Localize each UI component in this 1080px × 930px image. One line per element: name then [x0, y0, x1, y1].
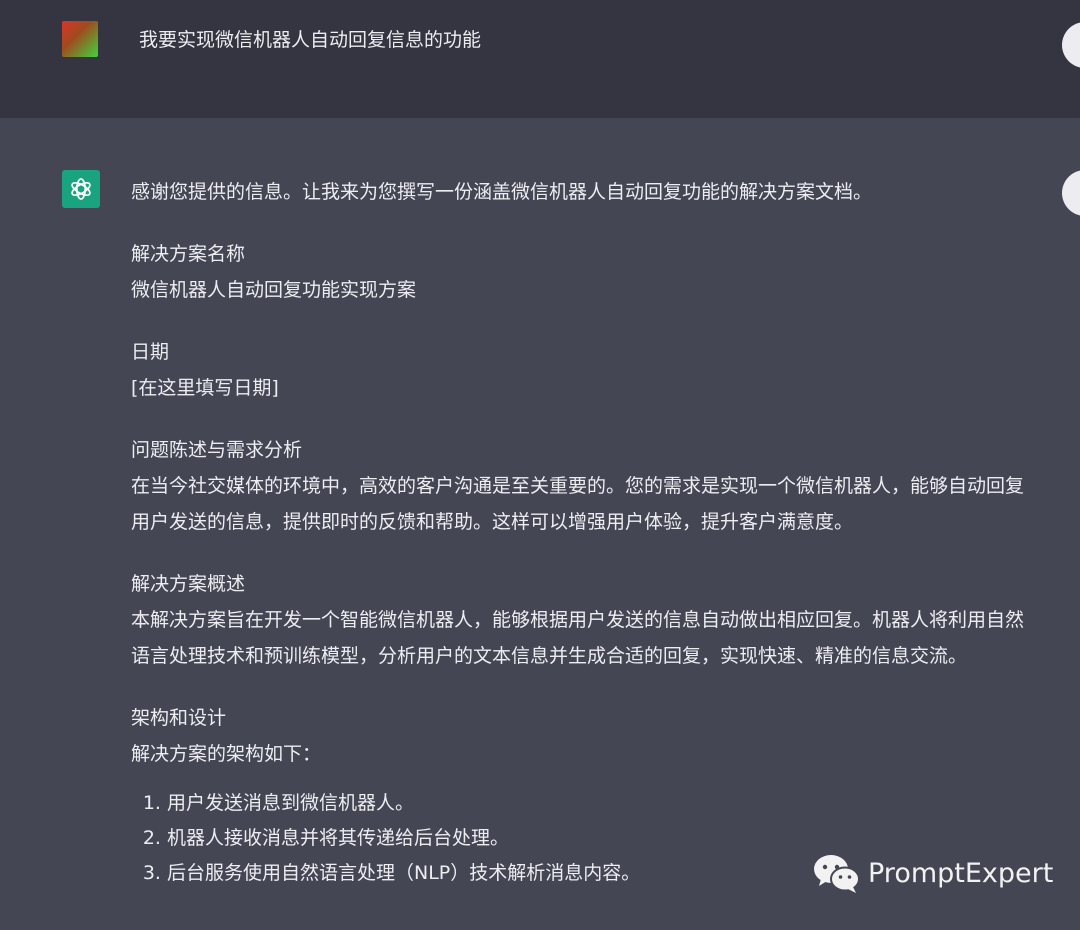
section-heading: 问题陈述与需求分析: [131, 439, 303, 461]
copy-button[interactable]: [1062, 170, 1080, 216]
section-heading: 解决方案名称: [131, 243, 246, 265]
section-heading: 架构和设计: [131, 707, 227, 729]
section-solution-name: 解决方案名称 微信机器人自动回复功能实现方案: [131, 236, 1041, 308]
section-heading: 日期: [131, 341, 170, 363]
section-date: 日期 [在这里填写日期]: [131, 334, 1041, 406]
section-body: 在当今社交媒体的环境中，高效的客户沟通是至关重要的。您的需求是实现一个微信机器人…: [131, 475, 1025, 533]
assistant-intro: 感谢您提供的信息。让我来为您撰写一份涵盖微信机器人自动回复功能的解决方案文档。: [131, 181, 873, 203]
list-item: 机器人接收消息并将其传递给后台处理。: [167, 821, 1041, 856]
wechat-icon: [812, 852, 862, 894]
assistant-message: 感谢您提供的信息。让我来为您撰写一份涵盖微信机器人自动回复功能的解决方案文档。 …: [131, 174, 1041, 891]
section-architecture: 架构和设计 解决方案的架构如下：: [131, 700, 1041, 772]
section-overview: 解决方案概述 本解决方案旨在开发一个智能微信机器人，能够根据用户发送的信息自动做…: [131, 566, 1041, 674]
section-body: 本解决方案旨在开发一个智能微信机器人，能够根据用户发送的信息自动做出相应回复。机…: [131, 609, 1025, 667]
section-heading: 解决方案概述: [131, 573, 246, 595]
section-body: [在这里填写日期]: [131, 377, 279, 399]
user-message-text: 我要实现微信机器人自动回复信息的功能: [139, 29, 482, 51]
section-body: 解决方案的架构如下：: [131, 743, 322, 765]
user-avatar: [62, 21, 98, 57]
edit-button[interactable]: [1062, 22, 1080, 68]
user-message-row: 我要实现微信机器人自动回复信息的功能: [0, 0, 1080, 118]
watermark: PromptExpert: [812, 852, 1053, 894]
watermark-text: PromptExpert: [868, 857, 1054, 889]
list-item: 用户发送消息到微信机器人。: [167, 786, 1041, 821]
chatgpt-logo-icon: [62, 170, 100, 208]
section-body: 微信机器人自动回复功能实现方案: [131, 279, 417, 301]
section-problem-statement: 问题陈述与需求分析 在当今社交媒体的环境中，高效的客户沟通是至关重要的。您的需求…: [131, 432, 1041, 540]
